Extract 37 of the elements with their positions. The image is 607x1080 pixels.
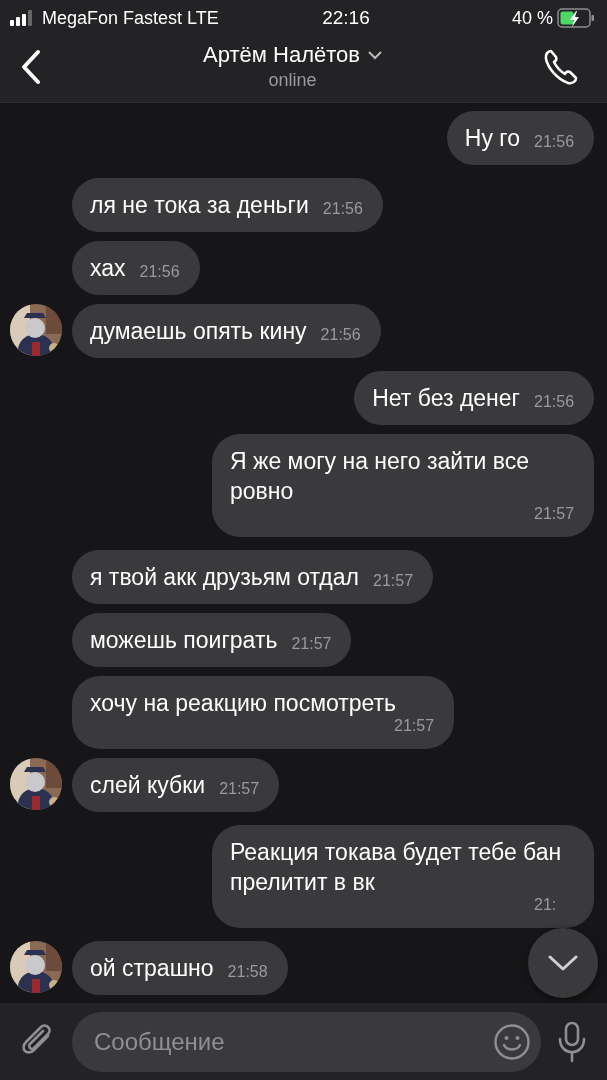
- message-time: 21:57: [373, 572, 414, 589]
- message-time: 21:58: [227, 963, 268, 980]
- message-time: 21:56: [139, 263, 180, 280]
- message-text: Нет без денег: [372, 384, 520, 413]
- message-text: Ну го: [464, 124, 520, 153]
- chevron-down-icon[interactable]: [367, 50, 382, 60]
- message-time: 21:56: [534, 133, 575, 150]
- message-time: 21:57: [291, 635, 332, 652]
- message-text: хочу на реакцию посмотреть: [90, 689, 397, 718]
- battery-percent: 40 %: [511, 7, 553, 29]
- message-time: 21:57: [219, 780, 260, 797]
- contact-name[interactable]: Артём Налётов: [203, 42, 360, 68]
- message-text: хах: [90, 254, 126, 283]
- message-text: ой страшно: [90, 954, 214, 983]
- smiley-icon[interactable]: [493, 1022, 531, 1061]
- message-text: можешь поиграть: [90, 626, 278, 655]
- phone-icon[interactable]: [543, 47, 579, 86]
- status-time: 22:16: [322, 7, 370, 29]
- microphone-icon[interactable]: [557, 1020, 587, 1063]
- chevron-down-icon: [548, 955, 578, 971]
- message-text: слей кубки: [90, 771, 206, 800]
- message-field[interactable]: Сообщение: [72, 1011, 541, 1072]
- back-icon[interactable]: [20, 48, 42, 85]
- message-text: думаешь опять кину: [90, 317, 307, 346]
- message-text: ля не тока за деньги: [90, 191, 309, 220]
- message-text: Я же могу на него зайти все ровно: [230, 447, 531, 506]
- carrier-name: MegaFon Fastest LTE: [42, 7, 219, 29]
- message-text: я твой акк друзьям отдал: [90, 563, 359, 592]
- message-time: 21:57: [394, 717, 435, 734]
- message-time: 21:56: [322, 200, 363, 217]
- message-time: 21:56: [320, 326, 361, 343]
- message-time: 21:56: [534, 393, 575, 410]
- contact-status: online: [268, 70, 317, 91]
- message-time: 21:: [534, 896, 557, 913]
- signal-icon: [10, 10, 34, 26]
- message-time: 21:57: [534, 505, 575, 522]
- message-text: Реакция токава будет тебе бан прелитит в вк: [230, 838, 563, 897]
